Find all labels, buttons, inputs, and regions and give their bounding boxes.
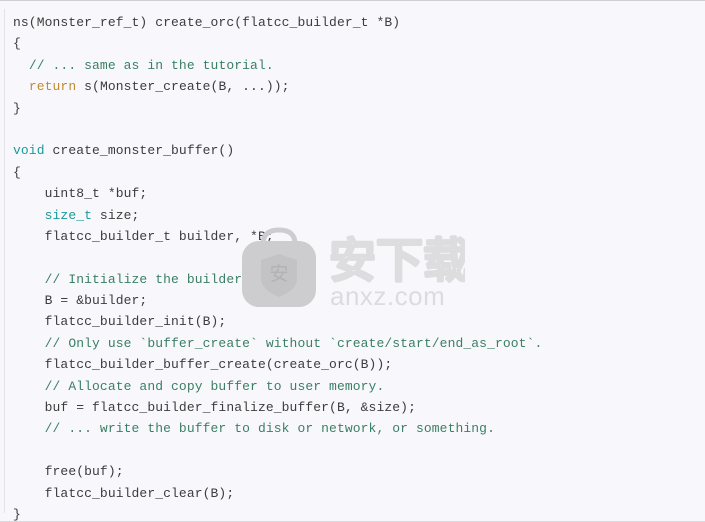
code-line: return s(Monster_create(B, ...));: [13, 76, 705, 97]
code-token-plain: s(Monster_create(B, ...));: [76, 79, 290, 95]
code-line: // Allocate and copy buffer to user memo…: [13, 376, 705, 397]
code-token-plain: flatcc_builder_init(B);: [44, 314, 227, 330]
code-token-comment: // Only use `buffer_create` without `cre…: [44, 335, 543, 351]
code-token-plain: uint8_t *buf;: [44, 186, 148, 202]
code-line: flatcc_builder_t builder, *B;: [13, 226, 705, 247]
code-line: }: [13, 504, 705, 522]
code-line: {: [13, 33, 705, 54]
code-line: free(buf);: [13, 461, 705, 482]
code-token-comment: // Allocate and copy buffer to user memo…: [44, 378, 385, 394]
code-token-plain: }: [13, 100, 21, 116]
code-token-plain: buf = flatcc_builder_finalize_buffer(B, …: [44, 400, 416, 416]
code-token-comment: // ... same as in the tutorial.: [28, 57, 274, 73]
code-line: {: [13, 162, 705, 183]
code-token-comment: // ... write the buffer to disk or netwo…: [44, 421, 495, 437]
code-line: uint8_t *buf;: [13, 183, 705, 204]
code-line: void create_monster_buffer(): [13, 140, 705, 161]
code-token-plain: create_monster_buffer(): [44, 143, 235, 159]
code-token-plain: ns(Monster_ref_t) create_orc(flatcc_buil…: [13, 15, 401, 30]
code-token-plain: }: [13, 506, 21, 522]
code-token-plain: size;: [92, 207, 140, 223]
code-token-plain: {: [13, 36, 21, 52]
code-line: flatcc_builder_buffer_create(create_orc(…: [13, 354, 705, 375]
code-token-plain: {: [13, 164, 21, 180]
source-code: ns(Monster_ref_t) create_orc(flatcc_buil…: [13, 12, 705, 522]
code-token-comment: // Initialize the builder object.: [44, 271, 306, 287]
code-token-keyword: return: [28, 79, 77, 95]
code-line: buf = flatcc_builder_finalize_buffer(B, …: [13, 397, 705, 418]
code-token-plain: B = &builder;: [44, 293, 148, 309]
code-line: size_t size;: [13, 205, 705, 226]
code-line: flatcc_builder_clear(B);: [13, 483, 705, 504]
code-line: // ... write the buffer to disk or netwo…: [13, 418, 705, 439]
code-scroll-area[interactable]: ns(Monster_ref_t) create_orc(flatcc_buil…: [0, 1, 705, 521]
code-token-plain: flatcc_builder_clear(B);: [44, 485, 235, 501]
code-token-type: size_t: [44, 207, 93, 223]
code-line: flatcc_builder_init(B);: [13, 311, 705, 332]
code-token-type: void: [13, 143, 45, 159]
code-block: ns(Monster_ref_t) create_orc(flatcc_buil…: [0, 0, 705, 522]
code-token-plain: flatcc_builder_buffer_create(create_orc(…: [44, 357, 393, 373]
code-token-plain: free(buf);: [44, 464, 124, 480]
code-line: // ... same as in the tutorial.: [13, 55, 705, 76]
code-line: }: [13, 98, 705, 119]
code-line: // Initialize the builder object.: [13, 269, 705, 290]
code-line: ns(Monster_ref_t) create_orc(flatcc_buil…: [13, 12, 705, 33]
code-line: B = &builder;: [13, 290, 705, 311]
code-token-plain: flatcc_builder_t builder, *B;: [44, 228, 274, 244]
code-line: // Only use `buffer_create` without `cre…: [13, 333, 705, 354]
